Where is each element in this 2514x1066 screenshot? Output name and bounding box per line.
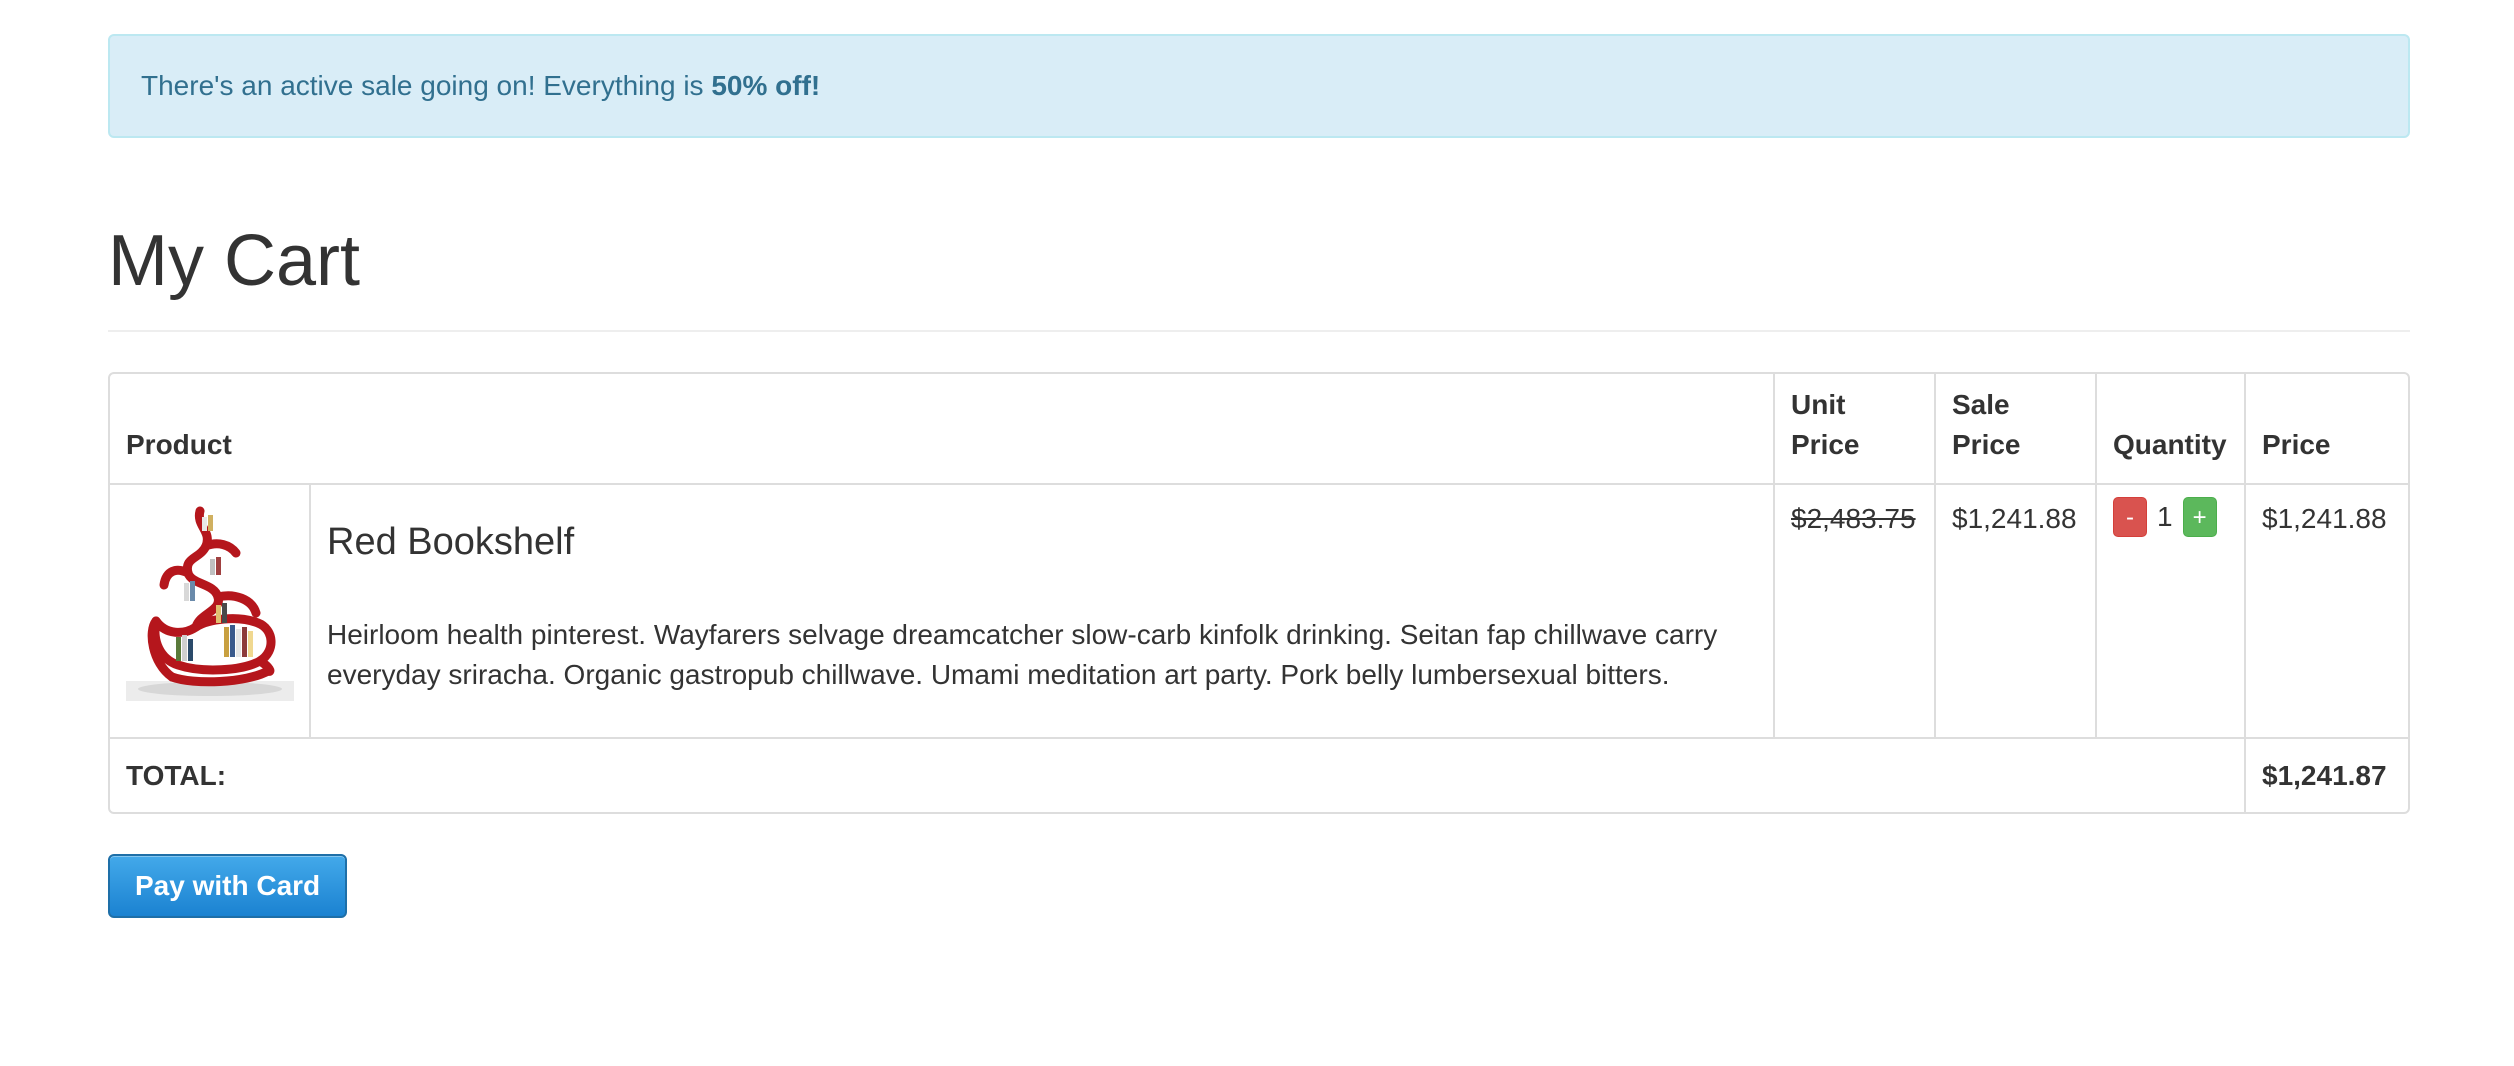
quantity-stepper: - 1 +	[2113, 497, 2228, 537]
header-sale-price: Sale Price	[1934, 374, 2097, 485]
product-name: Red Bookshelf	[327, 521, 575, 563]
red-bookshelf-image	[126, 506, 294, 701]
sale-alert: There's an active sale going on! Everyth…	[108, 34, 2410, 138]
header-unit-price: Unit Price	[1773, 374, 1936, 485]
product-info-cell: Red Bookshelf Heirloom health pinterest.…	[309, 483, 1775, 739]
quantity-cell: - 1 +	[2095, 483, 2246, 739]
sale-price-cell: $1,241.88	[1934, 483, 2097, 739]
line-price: $1,241.88	[2262, 503, 2387, 534]
cart-table: Product Unit Price Sale Price Quantity P…	[108, 372, 2410, 814]
table-header-row: Product Unit Price Sale Price Quantity P…	[110, 374, 2408, 485]
total-value: $1,241.87	[2244, 737, 2408, 812]
price-cell: $1,241.88	[2244, 483, 2408, 739]
total-row: TOTAL: $1,241.87	[110, 737, 2408, 812]
pay-with-card-button[interactable]: Pay with Card	[108, 854, 348, 918]
product-description: Heirloom health pinterest. Wayfarers sel…	[327, 619, 1718, 690]
unit-price-cell: $2,483.75	[1773, 483, 1936, 739]
decrease-quantity-button[interactable]: -	[2113, 497, 2147, 537]
sale-price: $1,241.88	[1952, 503, 2077, 534]
sale-alert-highlight: 50% off!	[711, 70, 821, 101]
page-header: My Cart	[108, 216, 2410, 332]
increase-quantity-button[interactable]: +	[2182, 497, 2217, 537]
header-price: Price	[2244, 374, 2408, 485]
quantity-value: 1	[2157, 501, 2173, 532]
header-product: Product	[110, 374, 1775, 485]
total-label: TOTAL:	[110, 737, 2246, 812]
table-row: Red Bookshelf Heirloom health pinterest.…	[110, 483, 2408, 739]
product-image-cell	[110, 483, 311, 739]
unit-price-original: $2,483.75	[1791, 503, 1916, 534]
header-quantity: Quantity	[2095, 374, 2246, 485]
main-container: There's an active sale going on! Everyth…	[108, 34, 2410, 918]
page-title: My Cart	[108, 221, 360, 301]
sale-alert-text: There's an active sale going on! Everyth…	[141, 70, 712, 101]
